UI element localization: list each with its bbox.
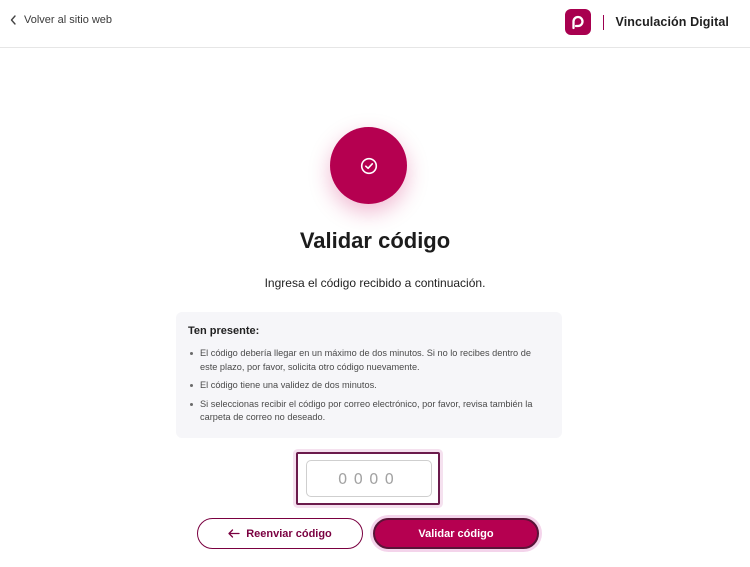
verification-code-input[interactable] bbox=[306, 460, 432, 497]
brand-divider bbox=[602, 14, 604, 30]
brand-logo-icon bbox=[564, 9, 591, 35]
back-to-website-link[interactable]: Volver al sitio web bbox=[10, 14, 112, 26]
validate-code-button[interactable]: Validar código bbox=[373, 518, 539, 549]
notice-item: El código tiene una validez de dos minut… bbox=[188, 379, 550, 393]
notice-title: Ten presente: bbox=[188, 325, 260, 337]
notice-item: Si seleccionas recibir el código por cor… bbox=[188, 398, 550, 425]
code-input-focus-frame bbox=[296, 452, 440, 505]
page-title: Validar código bbox=[299, 228, 451, 253]
resend-code-button[interactable]: Reenviar código bbox=[197, 518, 363, 549]
chevron-left-icon bbox=[10, 15, 16, 25]
top-header: Volver al sitio web Vinculación Digital bbox=[0, 0, 750, 48]
page-subtitle: Ingresa el código recibido a continuació… bbox=[264, 276, 486, 290]
arrow-left-icon bbox=[228, 529, 240, 538]
brand: Vinculación Digital bbox=[564, 9, 730, 35]
notice-box: Ten presente: El código debería llegar e… bbox=[176, 312, 562, 438]
check-circle-icon bbox=[330, 127, 407, 204]
brand-name: Vinculación Digital bbox=[615, 15, 729, 29]
notice-item: El código debería llegar en un máximo de… bbox=[188, 347, 550, 374]
resend-code-label: Reenviar código bbox=[246, 527, 332, 540]
validate-code-label: Validar código bbox=[418, 527, 494, 540]
notice-list: El código debería llegar en un máximo de… bbox=[188, 347, 550, 425]
back-link-label: Volver al sitio web bbox=[24, 14, 113, 26]
